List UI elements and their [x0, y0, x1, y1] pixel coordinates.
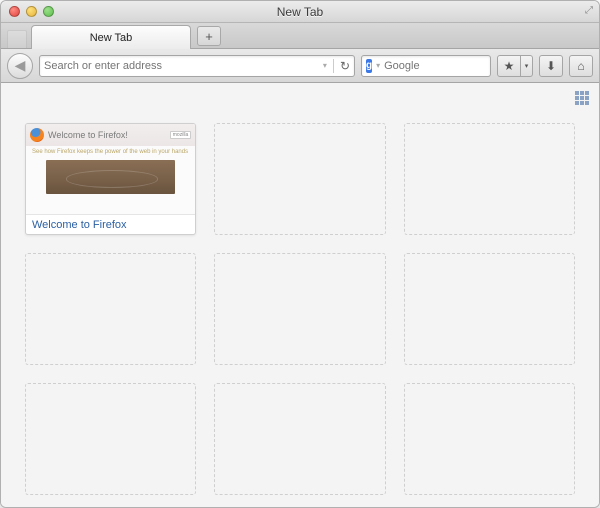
tile-empty[interactable]	[404, 123, 575, 235]
window-title: New Tab	[1, 5, 599, 19]
tab-spacer	[7, 30, 27, 48]
search-input[interactable]	[384, 60, 507, 72]
thumb-title: Welcome to Firefox!	[48, 130, 128, 140]
bookmark-dropdown-button[interactable]: ▾	[521, 55, 533, 77]
browser-window: New Tab ⤢ New Tab + ◀ ▾ ↻ g ▾	[0, 0, 600, 508]
plus-icon: +	[205, 29, 213, 44]
window-controls	[1, 6, 54, 17]
toggle-grid-button[interactable]	[575, 91, 589, 105]
tile-empty[interactable]	[214, 123, 385, 235]
tile-empty[interactable]	[404, 253, 575, 365]
thumb-image	[46, 160, 175, 194]
titlebar: New Tab ⤢	[1, 1, 599, 23]
search-engine-dropdown-icon[interactable]: ▾	[376, 61, 380, 70]
reload-icon[interactable]: ↻	[340, 59, 350, 73]
bookmark-button-group: ★ ▾	[497, 55, 533, 77]
tiles-grid: Welcome to Firefox! mozilla See how Firefo…	[1, 83, 599, 507]
downloads-button[interactable]: ⬇	[539, 55, 563, 77]
close-icon[interactable]	[9, 6, 20, 17]
divider	[333, 59, 334, 73]
home-icon: ⌂	[577, 59, 584, 73]
minimize-icon[interactable]	[26, 6, 37, 17]
tile-caption: Welcome to Firefox	[26, 214, 195, 234]
back-button[interactable]: ◀	[7, 53, 33, 79]
tile-empty[interactable]	[214, 253, 385, 365]
tile-empty[interactable]	[214, 383, 385, 495]
new-tab-button[interactable]: +	[197, 26, 221, 46]
tile-empty[interactable]	[25, 383, 196, 495]
search-engine-icon[interactable]: g	[366, 59, 372, 73]
content-area: Welcome to Firefox! mozilla See how Firefo…	[1, 83, 599, 507]
firefox-logo-icon	[30, 128, 44, 142]
tile-thumbnail: Welcome to Firefox! mozilla See how Firefo…	[26, 124, 195, 214]
url-input[interactable]	[44, 60, 323, 72]
search-bar[interactable]: g ▾ 🔍	[361, 55, 491, 77]
tile-empty[interactable]	[25, 253, 196, 365]
star-icon: ★	[504, 59, 515, 73]
tab-active[interactable]: New Tab	[31, 25, 191, 49]
download-icon: ⬇	[546, 59, 556, 73]
url-bar[interactable]: ▾ ↻	[39, 55, 355, 77]
back-icon: ◀	[15, 57, 26, 74]
mozilla-badge: mozilla	[170, 131, 192, 139]
tab-strip: New Tab +	[1, 23, 599, 49]
toolbar: ◀ ▾ ↻ g ▾ 🔍 ★ ▾ ⬇	[1, 49, 599, 83]
tile-empty[interactable]	[404, 383, 575, 495]
history-dropdown-icon[interactable]: ▾	[323, 61, 327, 70]
thumb-header: Welcome to Firefox! mozilla	[26, 124, 195, 146]
url-right: ▾ ↻	[323, 59, 350, 73]
fullscreen-icon[interactable]: ⤢	[585, 5, 593, 16]
chevron-down-icon: ▾	[525, 62, 529, 70]
zoom-icon[interactable]	[43, 6, 54, 17]
bookmark-button[interactable]: ★	[497, 55, 521, 77]
home-button[interactable]: ⌂	[569, 55, 593, 77]
tile-welcome-to-firefox[interactable]: Welcome to Firefox! mozilla See how Firefo…	[25, 123, 196, 235]
tab-label: New Tab	[90, 32, 133, 44]
thumb-subtitle: See how Firefox keeps the power of the w…	[26, 146, 195, 156]
